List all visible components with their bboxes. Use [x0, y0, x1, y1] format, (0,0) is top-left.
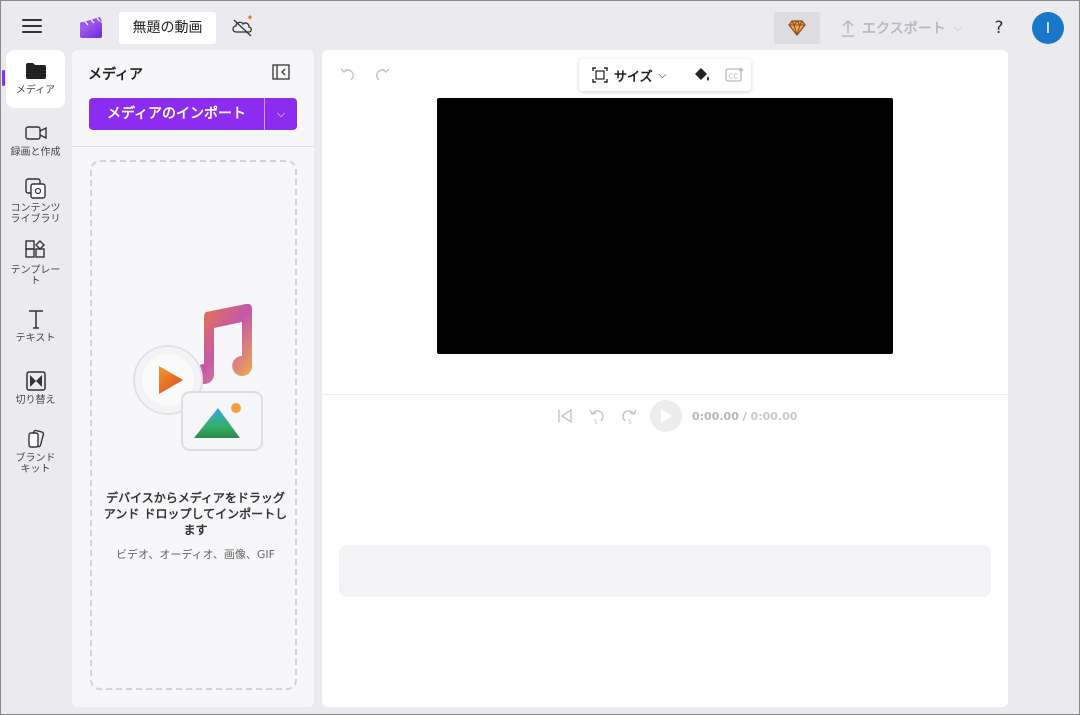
- content-library-icon: [24, 178, 47, 200]
- text-icon: [25, 308, 47, 330]
- top-bar: 無題の動画 エクスポート ⌵ ? I: [0, 0, 1080, 50]
- play-icon: [661, 409, 672, 423]
- import-media-button: メディアのインポート ⌵: [89, 98, 297, 130]
- rail-item-transitions[interactable]: 切り替え: [6, 370, 65, 406]
- background-fill-icon[interactable]: [691, 66, 711, 84]
- forward-5-icon[interactable]: 5: [618, 405, 640, 427]
- rail-item-label: 切り替え: [15, 395, 56, 406]
- avatar[interactable]: I: [1032, 12, 1064, 44]
- rail-item-label: ブランド キット: [15, 453, 56, 475]
- panel-title: メディア: [88, 67, 144, 83]
- panel-divider: [72, 146, 314, 147]
- play-button[interactable]: [650, 400, 682, 432]
- canvas-toolbar: サイズ ⌵ CC: [579, 59, 751, 91]
- redo-icon[interactable]: [374, 66, 390, 82]
- rail-item-text[interactable]: テキスト: [6, 308, 65, 344]
- transitions-icon: [25, 370, 47, 392]
- app-logo-icon: [80, 17, 102, 38]
- rail-item-label: コンテンツ ライブラリ: [10, 203, 61, 225]
- brand-kit-icon: [25, 428, 47, 450]
- rail-item-label: 録画と作成: [10, 147, 61, 158]
- time-total: 0:00.00: [750, 409, 798, 423]
- rail-item-templates[interactable]: テンプレー ト: [6, 240, 65, 287]
- rail-item-media[interactable]: メディア: [6, 50, 65, 108]
- dropzone-instructions: デバイスからメディアをドラッグ アンド ドロップしてインポートします: [103, 491, 288, 537]
- video-canvas[interactable]: [437, 98, 893, 354]
- export-label: エクスポート: [862, 21, 946, 37]
- premium-button[interactable]: [774, 12, 820, 44]
- resize-icon: [592, 67, 608, 83]
- chevron-down-icon[interactable]: ⌵: [265, 98, 297, 130]
- svg-text:5: 5: [628, 419, 632, 425]
- rail-item-label: テキスト: [15, 333, 56, 344]
- editor-area: サイズ ⌵ CC 5 5 0:00.00 / 0:00.00: [322, 50, 1008, 707]
- folder-icon: [25, 60, 47, 82]
- import-media-main-button[interactable]: メディアのインポート: [89, 98, 264, 130]
- rail-item-record[interactable]: 録画と作成: [6, 122, 65, 158]
- timecode: 0:00.00 / 0:00.00: [692, 410, 797, 423]
- media-dropzone[interactable]: デバイスからメディアをドラッグ アンド ドロップしてインポートします ビデオ、オ…: [90, 160, 297, 690]
- undo-icon[interactable]: [340, 66, 356, 82]
- chevron-down-icon: ⌵: [953, 21, 962, 34]
- svg-text:CC: CC: [729, 73, 739, 81]
- upload-icon: [842, 19, 854, 37]
- rail-item-content-library[interactable]: コンテンツ ライブラリ: [6, 178, 65, 225]
- project-title[interactable]: 無題の動画: [119, 12, 216, 44]
- size-button[interactable]: サイズ ⌵: [579, 66, 666, 85]
- size-label: サイズ: [614, 69, 653, 85]
- rewind-5-icon[interactable]: 5: [586, 405, 608, 427]
- export-button[interactable]: エクスポート ⌵: [840, 14, 970, 42]
- time-current: 0:00.00: [692, 409, 739, 423]
- video-camera-icon: [24, 122, 47, 144]
- chevron-down-icon: ⌵: [658, 69, 667, 81]
- diamond-icon: [788, 20, 806, 36]
- help-button[interactable]: ?: [988, 14, 1010, 42]
- dropzone-formats: ビデオ、オーディオ、画像、GIF: [115, 548, 275, 561]
- templates-icon: [24, 240, 47, 262]
- captions-icon[interactable]: CC: [725, 66, 745, 84]
- time-separator: /: [738, 409, 751, 423]
- left-rail: メディア 録画と作成 コンテンツ ライブラリ テンプレー ト テキスト 切り替え: [0, 48, 70, 715]
- rail-item-label: テンプレー ト: [10, 265, 61, 287]
- media-illustration-icon: [133, 303, 263, 451]
- svg-text:5: 5: [594, 419, 598, 425]
- skip-to-start-icon[interactable]: [554, 405, 576, 427]
- media-panel: メディア メディアのインポート ⌵ デバイスからメディアをドラッグ アンド ドロ…: [72, 50, 314, 707]
- menu-icon[interactable]: [22, 19, 42, 33]
- editor-divider: [322, 394, 1008, 395]
- rail-item-label: メディア: [15, 85, 56, 96]
- playback-controls: 5 5 0:00.00 / 0:00.00: [554, 400, 797, 432]
- cloud-off-icon[interactable]: [229, 14, 257, 40]
- rail-item-brand-kit[interactable]: ブランド キット: [6, 428, 65, 475]
- collapse-panel-icon[interactable]: [272, 64, 290, 80]
- timeline-track[interactable]: [339, 545, 991, 597]
